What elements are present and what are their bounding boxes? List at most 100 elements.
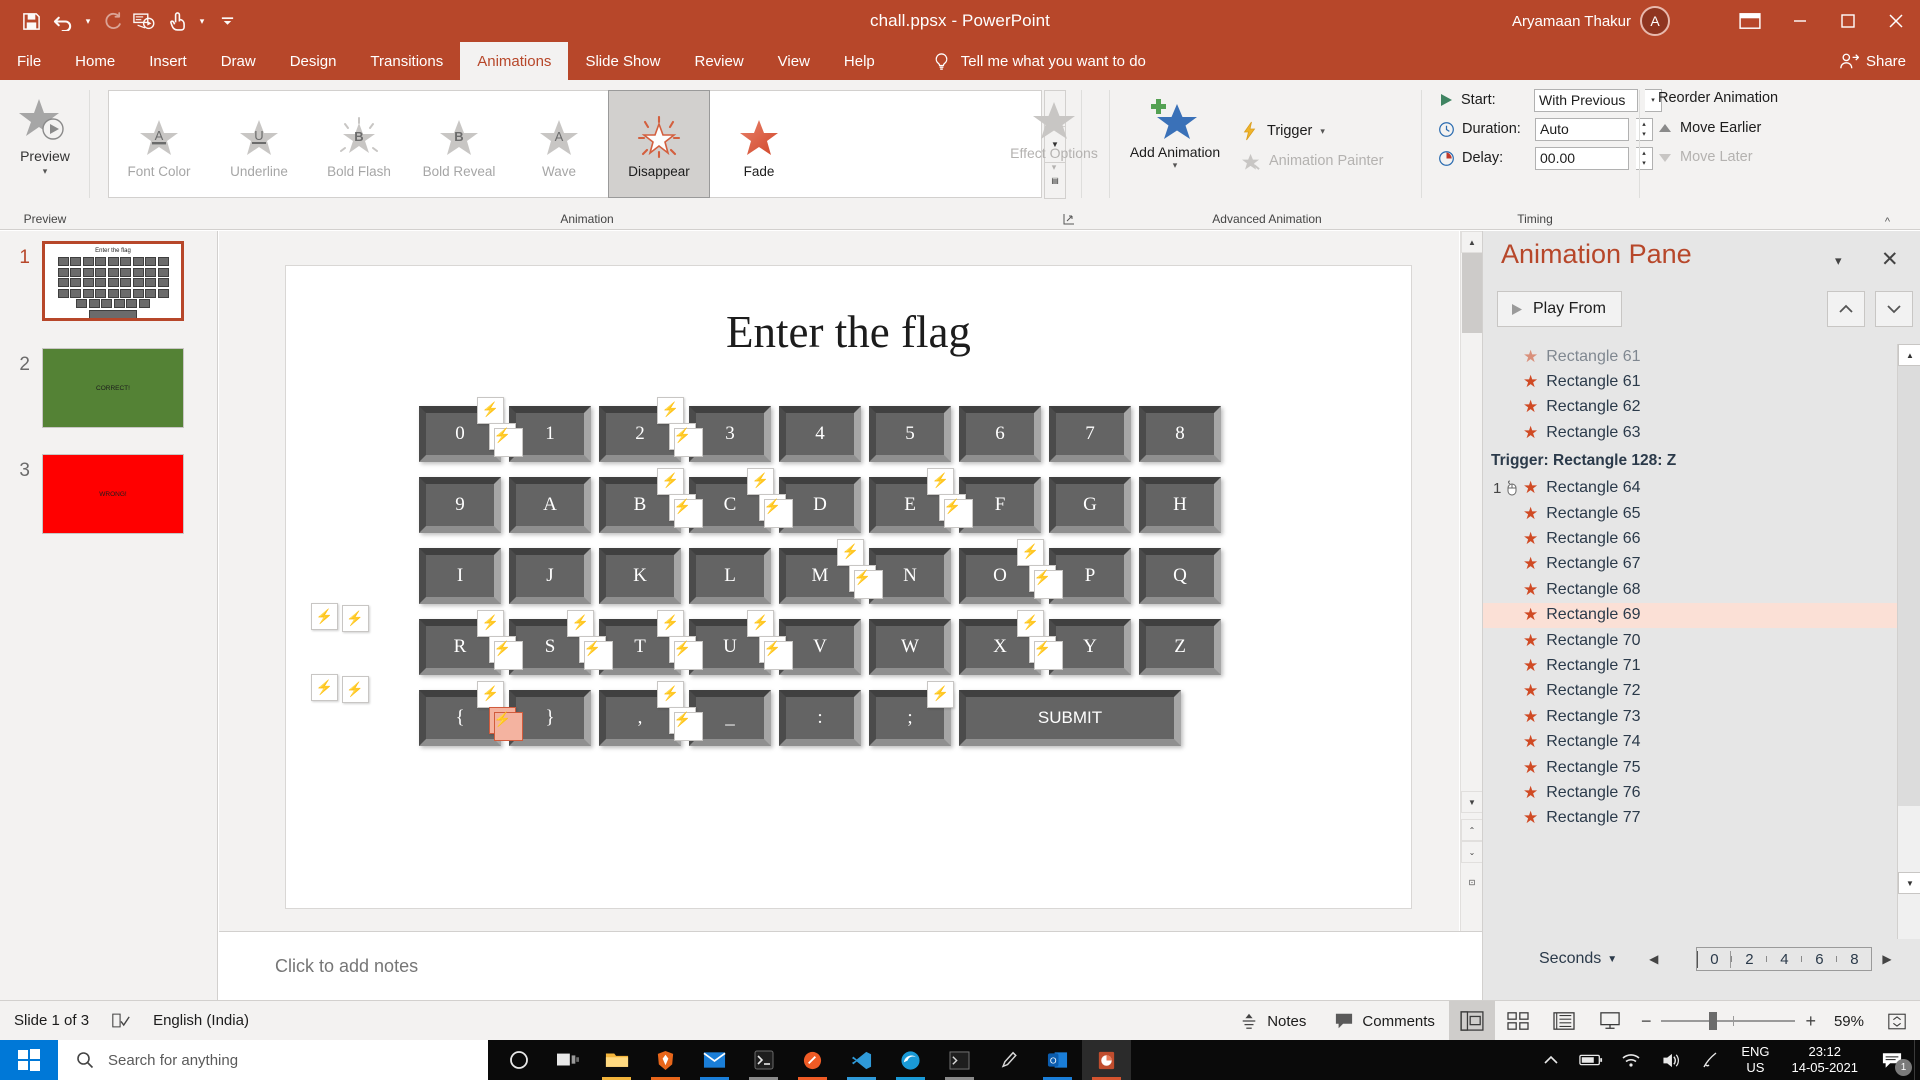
onedrive-pen-icon[interactable] [1691,1040,1731,1080]
zoom-slider[interactable]: − + [1633,1011,1824,1032]
task-view-icon[interactable] [543,1040,592,1080]
postman-icon[interactable] [788,1040,837,1080]
close-icon[interactable] [1872,0,1920,42]
trigger-dropdown-icon[interactable]: ▾ [1320,126,1325,137]
key-w[interactable]: W [869,619,951,675]
taskbar-search[interactable]: Search for anything [58,1040,488,1080]
key-5[interactable]: 5 [869,406,951,462]
thumbnail-preview[interactable]: CORRECT! [42,348,184,428]
thumbnail-preview[interactable]: Enter the flag [42,241,184,321]
trigger-badge-stack-icon[interactable]: ⚡ [1029,565,1063,599]
trigger-badge-icon[interactable]: ⚡ [311,603,338,630]
trigger-badge-icon[interactable]: ⚡ [477,681,504,708]
notes-pane[interactable]: Click to add notes [219,931,1482,1000]
battery-icon[interactable] [1571,1040,1611,1080]
scrollbar-thumb[interactable] [1462,253,1482,333]
list-item[interactable]: ★ Rectangle 72 [1483,679,1897,704]
thumbnail-slide-3[interactable]: 3 WRONG! [0,454,218,534]
trigger-badge-stack-icon[interactable]: ⚡ [489,636,523,670]
effect-options-dropdown-icon[interactable]: ▾ [1052,162,1057,172]
tell-me-box[interactable]: Tell me what you want to do [892,42,1146,80]
mail-icon[interactable] [690,1040,739,1080]
key-comma[interactable]: , ⚡ ⚡ [599,681,703,746]
account-area[interactable]: Aryamaan Thakur A [1512,0,1670,42]
list-item[interactable]: ★ Rectangle 68 [1483,577,1897,602]
touch-mode-dropdown-icon[interactable]: ▾ [194,6,210,36]
trigger-badge-icon[interactable]: ⚡ [927,681,954,708]
wifi-icon[interactable] [1611,1040,1651,1080]
list-item[interactable]: ★ Rectangle 61 [1483,369,1897,394]
list-scroll-up-button[interactable]: ▲ [1898,344,1920,366]
trigger-badge-selected-icon[interactable]: ⚡ [489,707,523,741]
terminal-icon[interactable] [739,1040,788,1080]
trigger-badge-stack-icon[interactable]: ⚡ [1029,636,1063,670]
trigger-badge-stack-icon[interactable]: ⚡ [341,676,369,703]
seconds-timeline[interactable]: 0 2 4 6 8 [1696,947,1873,971]
comments-button[interactable]: Comments [1320,1001,1449,1041]
list-item[interactable]: ★ Rectangle 74 [1483,729,1897,754]
animation-list-scrollbar[interactable]: ▲ ▼ [1897,344,1920,939]
slide-indicator[interactable]: Slide 1 of 3 [14,1012,89,1029]
customize-qat-icon[interactable] [212,6,242,36]
key-a[interactable]: A [509,477,591,533]
list-item[interactable]: ★ Rectangle 61 [1483,344,1897,369]
powerpoint-icon[interactable] [1082,1040,1131,1080]
chevron-down-icon[interactable]: ▼ [1607,954,1617,965]
play-from-button[interactable]: Play From [1497,291,1622,327]
gallery-item-disappear[interactable]: Disappear [608,90,710,198]
slide-title[interactable]: Enter the flag [286,306,1411,358]
key-k[interactable]: K [599,548,681,604]
trigger-badge-icon[interactable]: ⚡ [477,397,504,424]
tab-design[interactable]: Design [273,42,354,80]
key-semicolon[interactable]: ; ⚡ [869,681,954,746]
tab-review[interactable]: Review [677,42,760,80]
add-animation-button[interactable]: Add Animation ▾ [1120,88,1230,200]
key-z[interactable]: Z [1139,619,1221,675]
brave-icon[interactable] [641,1040,690,1080]
tab-insert[interactable]: Insert [132,42,204,80]
list-item[interactable]: ★ Rectangle 67 [1483,552,1897,577]
key-m[interactable]: M ⚡ ⚡ [779,539,883,604]
canvas-vertical-scrollbar[interactable]: ▲ ▼ ⌃ ⌄ ⊡ [1460,231,1483,931]
timeline-scroll-left-icon[interactable]: ◀ [1649,952,1658,966]
clock[interactable]: 23:12 14-05-2021 [1780,1044,1871,1077]
undo-dropdown-icon[interactable]: ▾ [80,6,96,36]
trigger-badge-icon[interactable]: ⚡ [747,610,774,637]
trigger-badge-stack-icon[interactable]: ⚡ [759,636,793,670]
trigger-badge-icon[interactable]: ⚡ [477,610,504,637]
restore-icon[interactable] [1824,0,1872,42]
preview-button[interactable]: Preview ▾ [6,88,84,200]
trigger-badge-stack-icon[interactable]: ⚡ [669,494,703,528]
trigger-badge-stack-icon[interactable]: ⚡ [849,565,883,599]
tab-slide-show[interactable]: Slide Show [568,42,677,80]
trigger-badge-icon[interactable]: ⚡ [567,610,594,637]
undo-icon[interactable] [48,6,78,36]
list-item[interactable]: ★ Rectangle 62 [1483,395,1897,420]
start-button[interactable] [0,1040,58,1080]
language-tray[interactable]: ENG US [1731,1044,1779,1077]
vscode-icon[interactable] [837,1040,886,1080]
duration-input[interactable]: Auto [1535,117,1629,141]
gallery-item-bold-reveal[interactable]: B Bold Reveal [409,91,509,197]
list-item[interactable]: ★ Rectangle 71 [1483,653,1897,678]
tab-transitions[interactable]: Transitions [353,42,460,80]
zoom-in-button[interactable]: + [1805,1011,1816,1032]
pen-icon[interactable] [984,1040,1033,1080]
key-b[interactable]: B ⚡ ⚡ [599,468,703,533]
show-desktop-button[interactable] [1914,1040,1920,1080]
pane-options-chevron-icon[interactable]: ▾ [1835,253,1842,269]
list-item[interactable]: ★ Rectangle 75 [1483,755,1897,780]
key-9[interactable]: 9 [419,477,501,533]
tray-expand-icon[interactable] [1531,1040,1571,1080]
key-l[interactable]: L [689,548,771,604]
thumbnail-slide-1[interactable]: 1 Enter the flag [0,241,218,321]
trigger-badge-stack-icon[interactable]: ⚡ [579,636,613,670]
ribbon-display-options-icon[interactable] [1724,0,1776,42]
trigger-badge-icon[interactable]: ⚡ [747,468,774,495]
key-q[interactable]: Q [1139,548,1221,604]
list-item[interactable]: ★ Rectangle 77 [1483,806,1897,831]
trigger-badge-icon[interactable]: ⚡ [657,397,684,424]
touch-mode-icon[interactable] [162,6,192,36]
reading-view-button[interactable] [1541,1001,1587,1041]
gallery-item-underline[interactable]: U Underline [209,91,309,197]
